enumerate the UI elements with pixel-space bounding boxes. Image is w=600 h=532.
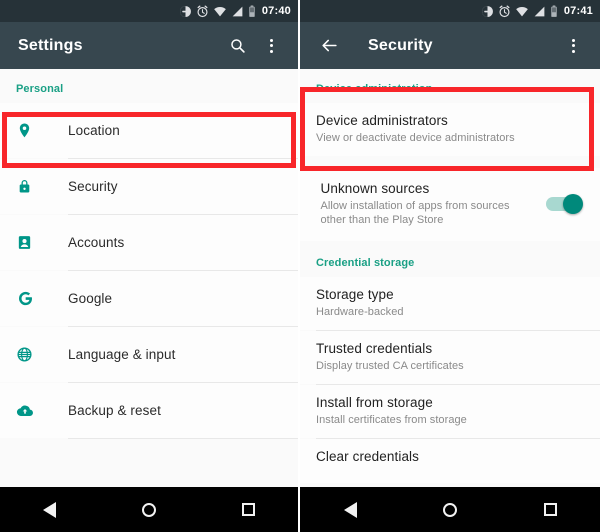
status-bar-right: 07:41	[300, 0, 600, 22]
globe-icon	[16, 346, 46, 363]
section-header-device-administration: Device administration	[316, 83, 433, 95]
section-header-personal: Personal	[16, 83, 64, 95]
section-header-credential-storage: Credential storage	[316, 257, 415, 269]
triangle-back-icon	[43, 501, 57, 518]
nav-bar-left	[0, 487, 298, 532]
status-time-right: 07:41	[563, 5, 593, 17]
battery-icon	[249, 5, 255, 17]
list-item-trusted-credentials[interactable]: Trusted credentials Display trusted CA c…	[300, 331, 600, 384]
text-column: Device administrators View or deactivate…	[316, 112, 515, 145]
sidebar-item-language-input[interactable]: Language & input	[0, 327, 298, 382]
item-subtitle: Allow installation of apps from sources …	[320, 200, 510, 226]
list-item-unknown-sources[interactable]: Unknown sources Allow installation of ap…	[300, 168, 600, 241]
arrow-back-icon[interactable]	[312, 26, 346, 66]
sidebar-item-google[interactable]: Google	[0, 271, 298, 326]
overflow-menu-icon-left[interactable]	[254, 26, 288, 66]
item-subtitle: Install certificates from storage	[316, 414, 467, 426]
security-list: Device administration Device administrat…	[300, 69, 600, 487]
alarm-icon	[499, 5, 510, 17]
wifi-icon	[214, 6, 226, 16]
item-title: Unknown sources	[320, 181, 430, 196]
location-pin-icon	[16, 122, 46, 139]
status-bar-left: 07:40	[0, 0, 298, 22]
overflow-menu-icon-right[interactable]	[556, 26, 590, 66]
sidebar-label-accounts: Accounts	[68, 235, 125, 250]
circle-home-icon	[443, 502, 457, 517]
settings-title: Settings	[18, 36, 83, 54]
nav-bar-right	[300, 487, 600, 532]
sidebar-label-backup-reset: Backup & reset	[68, 403, 161, 418]
nav-home-button[interactable]	[427, 487, 473, 532]
square-recents-icon	[241, 503, 255, 516]
list-item-device-administrators[interactable]: Device administrators View or deactivate…	[300, 103, 600, 156]
item-title: Clear credentials	[316, 449, 419, 464]
settings-list: Personal Location Security Accounts Goog…	[0, 69, 298, 487]
lock-icon	[16, 178, 46, 195]
square-recents-icon	[543, 503, 557, 516]
sidebar-item-location[interactable]: Location	[0, 103, 298, 158]
account-icon	[16, 234, 46, 251]
dual-screenshot-container: 07:40 Settings Personal Location Securit…	[0, 0, 600, 532]
dnd-icon	[481, 5, 493, 17]
nav-recents-button[interactable]	[225, 487, 271, 532]
item-subtitle: Display trusted CA certificates	[316, 360, 464, 372]
three-dots-left	[269, 38, 273, 53]
sidebar-label-globe: Language & input	[68, 347, 176, 362]
text-column: Storage type Hardware-backed	[316, 286, 404, 319]
signal-icon	[232, 6, 243, 16]
text-column: Trusted credentials Display trusted CA c…	[316, 340, 464, 373]
settings-panel: 07:40 Settings Personal Location Securit…	[0, 0, 300, 532]
text-column: Unknown sources Allow installation of ap…	[321, 180, 536, 227]
item-title: Install from storage	[316, 395, 433, 410]
item-subtitle: View or deactivate device administrators	[316, 132, 515, 144]
sidebar-item-security[interactable]: Security	[0, 159, 298, 214]
wifi-icon	[516, 6, 528, 16]
nav-back-button[interactable]	[327, 487, 373, 532]
item-subtitle: Hardware-backed	[316, 306, 404, 318]
item-title: Trusted credentials	[316, 341, 433, 356]
dnd-icon	[179, 5, 191, 17]
alarm-icon	[197, 5, 208, 17]
nav-back-button[interactable]	[27, 487, 73, 532]
sidebar-label-security: Security	[68, 179, 118, 194]
nav-home-button[interactable]	[126, 487, 172, 532]
status-time-left: 07:40	[261, 5, 291, 17]
circle-home-icon	[141, 502, 156, 517]
toggle-thumb	[562, 193, 583, 214]
signal-icon	[534, 6, 545, 16]
text-column: Install from storage Install certificate…	[316, 394, 467, 427]
search-icon[interactable]	[220, 26, 254, 66]
triangle-back-icon	[343, 501, 357, 518]
sidebar-item-accounts[interactable]: Accounts	[0, 215, 298, 270]
item-title: Device administrators	[316, 113, 448, 128]
security-title: Security	[368, 36, 433, 54]
list-item-clear-credentials[interactable]: Clear credentials	[300, 439, 600, 483]
list-item-install-from-storage[interactable]: Install from storage Install certificate…	[300, 385, 600, 438]
cloud-upload-icon	[16, 402, 46, 420]
security-toolbar: Security	[300, 22, 600, 69]
item-title: Storage type	[316, 287, 394, 302]
list-item-storage-type[interactable]: Storage type Hardware-backed	[300, 277, 600, 330]
security-panel: 07:41 Security Device administration Dev…	[300, 0, 600, 532]
nav-recents-button[interactable]	[527, 487, 573, 532]
divider	[68, 438, 298, 439]
sidebar-label-location: Location	[68, 123, 120, 138]
three-dots-right	[571, 38, 575, 53]
sidebar-label-language-input: Google	[68, 291, 113, 306]
battery-icon	[551, 5, 557, 17]
sidebar-item-backup-reset[interactable]: Backup & reset	[0, 383, 298, 438]
text-column: Clear credentials	[316, 448, 419, 472]
google-g-icon	[16, 289, 46, 308]
unknown-sources-toggle[interactable]	[545, 193, 583, 214]
settings-toolbar: Settings	[0, 22, 298, 69]
